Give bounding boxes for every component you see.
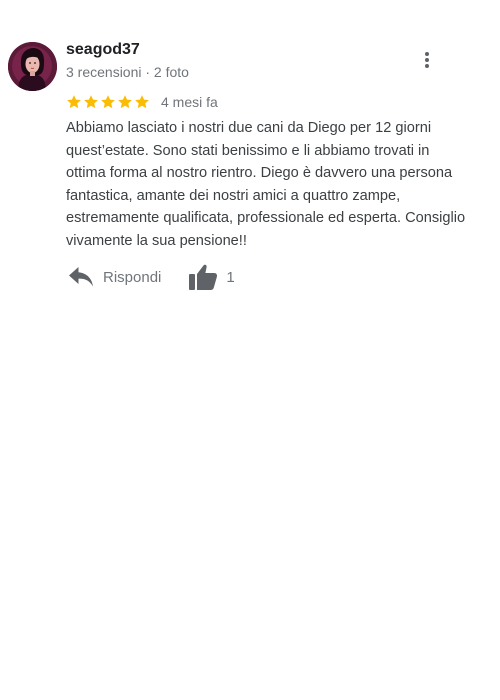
star-icon [84,95,98,109]
review-actions: Rispondi 1 [66,262,235,292]
star-icon [67,95,81,109]
reply-button[interactable]: Rispondi [66,266,161,288]
more-vert-icon [425,52,429,56]
review-date: 4 mesi fa [161,94,218,110]
star-icon [118,95,132,109]
like-button[interactable]: 1 [188,263,235,291]
star-rating [66,94,150,110]
reply-label: Rispondi [103,268,162,286]
rating-row: 4 mesi fa [66,92,218,112]
like-count: 1 [226,268,235,286]
star-icon [135,95,149,109]
more-options-button[interactable] [417,50,437,74]
author-meta: 3 recensioni · 2 foto [66,64,189,80]
author-name[interactable]: seagod37 [66,41,140,59]
review-text: Abbiamo lasciato i nostri due cani da Di… [66,120,466,249]
review-card: seagod37 3 recensioni · 2 foto 4 mesi fa… [0,0,500,700]
reply-arrow-icon [69,267,93,287]
thumb-up-icon [189,264,218,290]
star-icon [101,95,115,109]
avatar[interactable] [8,42,57,91]
